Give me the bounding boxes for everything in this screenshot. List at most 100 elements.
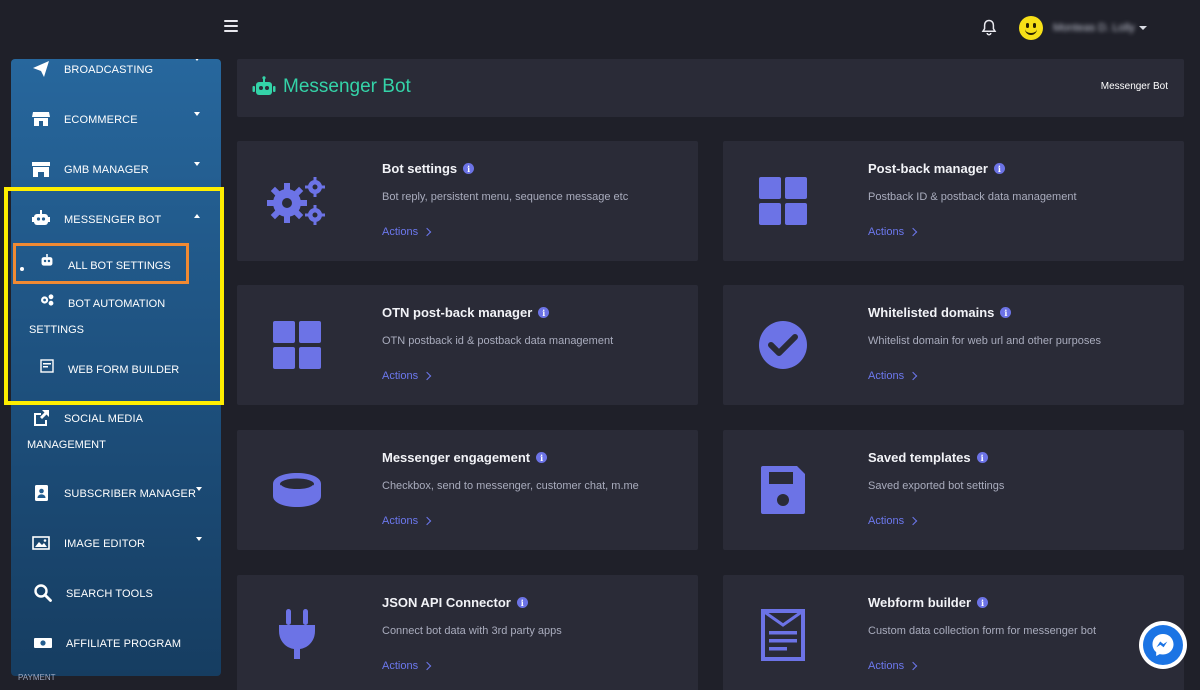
chevron-down-icon	[194, 162, 200, 166]
sidebar-item-label: MESSENGER BOT	[64, 214, 162, 226]
info-icon[interactable]: i	[538, 307, 550, 318]
plug-icon	[279, 609, 315, 659]
info-icon[interactable]: i	[993, 163, 1005, 174]
sidebar-item-messenger-bot[interactable]: MESSENGER BOT	[11, 200, 221, 240]
user-menu[interactable]: Monteas D. Lolly	[1019, 16, 1147, 40]
check-circle-icon	[759, 321, 807, 369]
paper-plane-icon	[33, 61, 49, 77]
card-title: Messenger engagement i	[382, 450, 548, 465]
chevron-right-icon	[422, 516, 432, 526]
chevron-down-icon	[194, 59, 200, 61]
sidebar-item-gmb-manager[interactable]: GMB MANAGER	[11, 150, 221, 190]
sidebar-subitem-web-form-builder[interactable]: WEB FORM BUILDER	[11, 357, 221, 385]
robot-icon	[252, 76, 276, 95]
actions-link[interactable]: Actions	[382, 226, 432, 238]
avatar	[1019, 16, 1043, 40]
sidebar-subitem-bot-automation-settings[interactable]: BOT AUTOMATION SETTINGS	[11, 291, 221, 339]
actions-link[interactable]: Actions	[382, 370, 432, 382]
store-icon	[32, 112, 50, 126]
sidebar-item-social-media-management[interactable]: SOCIAL MEDIA MANAGEMENT	[11, 404, 221, 454]
chevron-right-icon	[422, 371, 432, 381]
money-bill-icon	[34, 638, 52, 648]
card-description: Saved exported bot settings	[868, 480, 1005, 492]
sidebar-item-label: ECOMMERCE	[64, 114, 138, 126]
info-icon[interactable]: i	[463, 163, 475, 174]
sidebar-item-ecommerce[interactable]: ECOMMERCE	[11, 100, 221, 140]
sidebar-item-subscriber-manager[interactable]: SUBSCRIBER MANAGER	[11, 474, 221, 514]
messenger-chat-button[interactable]	[1139, 621, 1187, 669]
chevron-down-icon	[1138, 26, 1147, 30]
card-messenger-engagement: Messenger engagement i Checkbox, send to …	[237, 430, 698, 550]
actions-link[interactable]: Actions	[868, 515, 918, 527]
card-description: Connect bot data with 3rd party apps	[382, 625, 562, 637]
storefront-icon	[32, 162, 50, 177]
actions-link[interactable]: Actions	[868, 226, 918, 238]
card-title: Post-back manager i	[868, 161, 1005, 176]
actions-link[interactable]: Actions	[868, 660, 918, 672]
chevron-down-icon	[196, 537, 202, 541]
search-icon	[34, 584, 52, 602]
messenger-chat-button-inner	[1143, 625, 1183, 665]
card-description: Checkbox, send to messenger, customer ch…	[382, 480, 639, 492]
image-icon	[32, 536, 50, 550]
menu-toggle-icon[interactable]	[224, 20, 238, 34]
card-description: Whitelist domain for web url and other p…	[868, 335, 1101, 347]
card-bot-settings: Bot settings i Bot reply, persistent menu…	[237, 141, 698, 261]
breadcrumb[interactable]: Messenger Bot	[1101, 81, 1168, 92]
card-title: Webform builder i	[868, 595, 989, 610]
chevron-right-icon	[422, 661, 432, 671]
sidebar-item-label: GMB MANAGER	[64, 164, 149, 176]
actions-link[interactable]: Actions	[382, 515, 432, 527]
gears-icon	[41, 294, 54, 306]
sidebar-item-broadcasting[interactable]: BROADCASTING	[11, 59, 221, 90]
info-icon[interactable]: i	[1000, 307, 1012, 318]
sidebar-item-label: AFFILIATE PROGRAM	[66, 638, 182, 650]
info-icon[interactable]: i	[977, 597, 989, 608]
card-description: Postback ID & postback data management	[868, 191, 1077, 203]
info-icon[interactable]: i	[976, 452, 988, 463]
grid-icon	[759, 177, 807, 225]
chevron-right-icon	[908, 516, 918, 526]
sidebar-item-search-tools[interactable]: SEARCH TOOLS	[11, 574, 221, 614]
info-icon[interactable]: i	[536, 452, 548, 463]
chevron-down-icon	[194, 112, 200, 116]
user-name: Monteas D. Lolly	[1053, 22, 1135, 34]
sidebar: BROADCASTING ECOMMERCE GMB MANAGER MESSE…	[11, 59, 221, 676]
top-bar: Monteas D. Lolly	[0, 0, 1200, 58]
sidebar-subitem-label-line2: SETTINGS	[29, 324, 85, 336]
floppy-disk-icon	[761, 466, 805, 514]
card-json-api-connector: JSON API Connector i Connect bot data wit…	[237, 575, 698, 690]
card-webform-builder: Webform builder i Custom data collection …	[723, 575, 1184, 690]
page-header: Messenger Bot Messenger Bot	[237, 59, 1184, 117]
notification-bell-icon[interactable]	[981, 19, 997, 37]
share-icon	[34, 410, 49, 426]
chevron-up-icon	[194, 214, 200, 218]
sidebar-item-label: SOCIAL MEDIA	[64, 413, 144, 425]
chevron-down-icon	[196, 487, 202, 491]
sidebar-subitem-all-bot-settings[interactable]: ALL BOT SETTINGS	[11, 249, 221, 281]
actions-link[interactable]: Actions	[868, 370, 918, 382]
actions-link[interactable]: Actions	[382, 660, 432, 672]
chevron-right-icon	[908, 661, 918, 671]
sidebar-item-payment-partial: PAYMENT	[18, 673, 56, 682]
chevron-right-icon	[908, 227, 918, 237]
sidebar-item-label: SEARCH TOOLS	[66, 588, 153, 600]
sidebar-subitem-label: ALL BOT SETTINGS	[68, 260, 171, 272]
gears-icon	[267, 177, 325, 225]
card-description: OTN postback id & postback data manageme…	[382, 335, 614, 347]
card-title: Bot settings i	[382, 161, 475, 176]
card-title: JSON API Connector i	[382, 595, 528, 610]
sidebar-subitem-label: WEB FORM BUILDER	[68, 364, 180, 376]
sidebar-item-label: IMAGE EDITOR	[64, 538, 146, 550]
chevron-right-icon	[908, 371, 918, 381]
card-description: Bot reply, persistent menu, sequence mes…	[382, 191, 629, 203]
sidebar-item-affiliate-program[interactable]: AFFILIATE PROGRAM	[11, 624, 221, 664]
sidebar-item-image-editor[interactable]: IMAGE EDITOR	[11, 524, 221, 564]
sidebar-subitem-label: BOT AUTOMATION	[68, 298, 166, 310]
robot-icon	[32, 210, 50, 225]
sidebar-item-label-line2: MANAGEMENT	[27, 439, 106, 451]
info-icon[interactable]: i	[516, 597, 528, 608]
chevron-right-icon	[422, 227, 432, 237]
card-title: Whitelisted domains i	[868, 305, 1012, 320]
card-post-back-manager: Post-back manager i Postback ID & postbac…	[723, 141, 1184, 261]
